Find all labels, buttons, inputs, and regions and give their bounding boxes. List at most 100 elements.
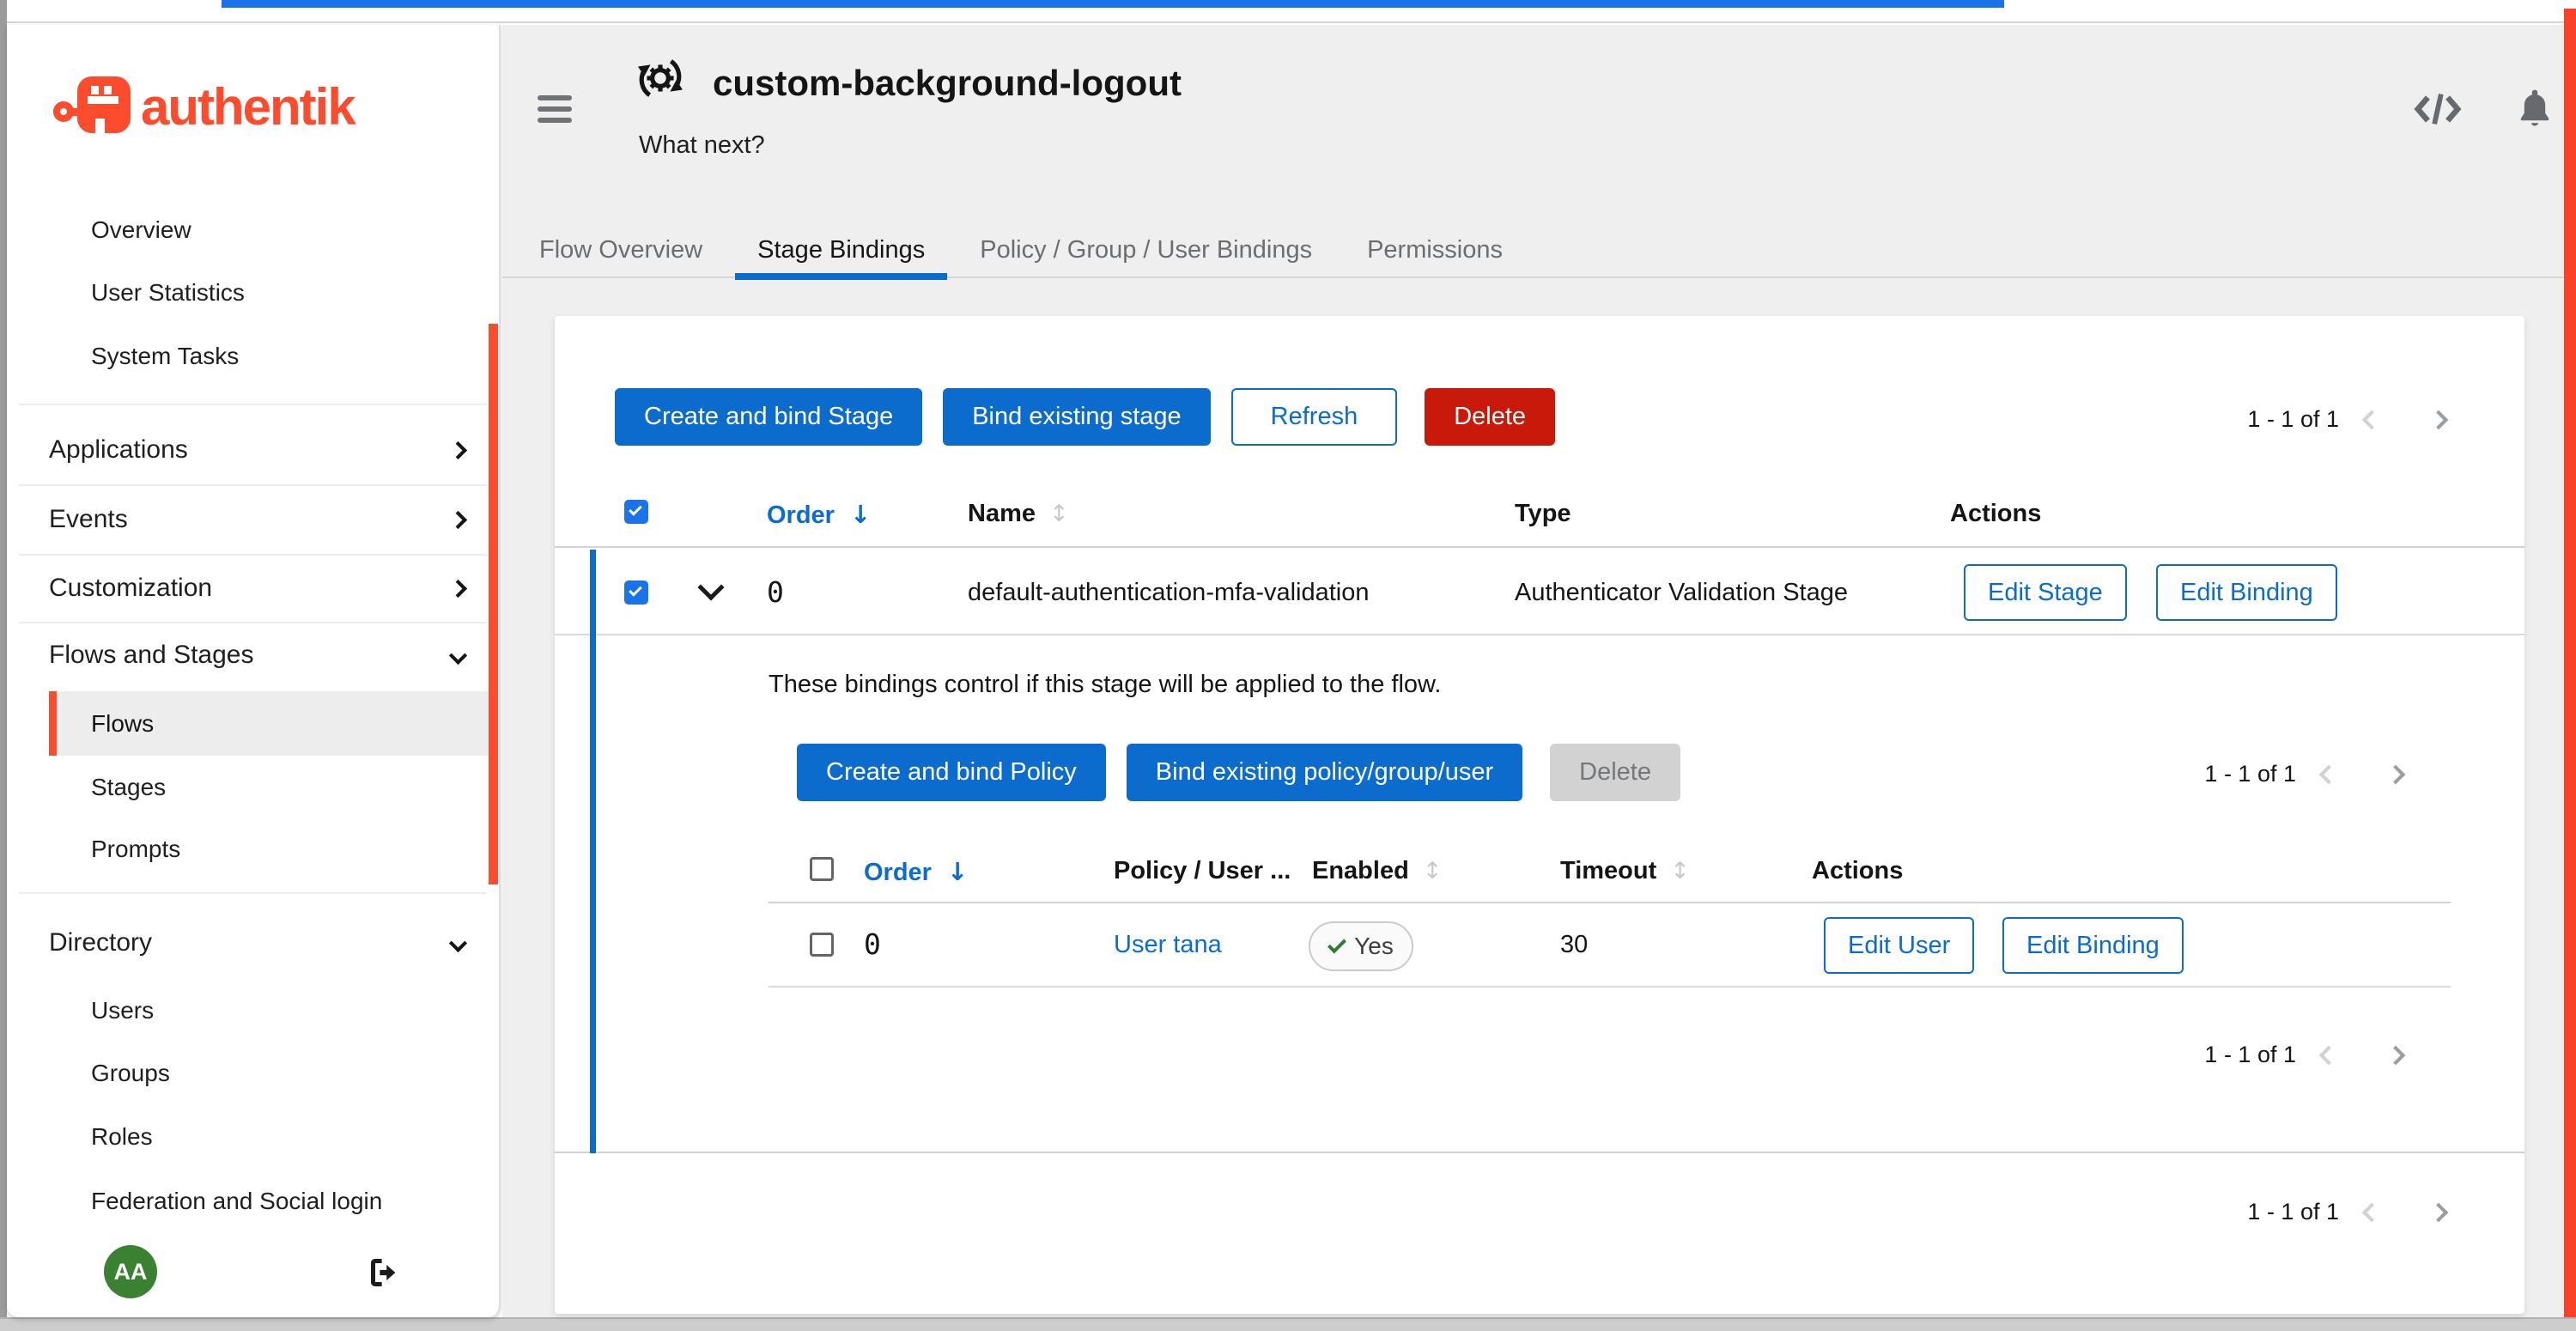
pagination-label: 1 - 1 of 1 [2204, 761, 2296, 787]
create-and-bind-stage-button[interactable]: Create and bind Stage [615, 388, 922, 446]
bind-existing-policy-button[interactable]: Bind existing policy/group/user [1127, 744, 1522, 801]
notifications-bell-icon[interactable] [2516, 86, 2554, 131]
bind-existing-stage-button[interactable]: Bind existing stage [943, 388, 1210, 446]
sidebar-item-groups[interactable]: Groups [91, 1042, 499, 1105]
binding-table-row: 0 User tana Yes 30 Edit User Edit Bindin… [555, 903, 2524, 988]
next-page-icon[interactable] [2429, 410, 2449, 429]
row-checkbox[interactable] [810, 933, 834, 957]
sidebar-divider [19, 484, 487, 486]
tab-stage-bindings[interactable]: Stage Bindings [735, 222, 947, 278]
sidebar-item-prompts[interactable]: Prompts [91, 817, 499, 881]
active-indicator [49, 691, 57, 756]
selected-row-indicator [590, 550, 596, 1153]
next-page-icon[interactable] [2386, 764, 2406, 784]
chevron-down-icon [449, 646, 467, 664]
sidebar-item-events[interactable]: Events [49, 488, 499, 551]
sidebar-item-customization[interactable]: Customization [49, 556, 499, 620]
sort-desc-icon[interactable]: ↓ [850, 500, 871, 529]
stage-bindings-card: Create and bind Stage Bind existing stag… [555, 316, 2524, 1314]
sidebar-divider [19, 892, 487, 894]
sidebar-item-flows[interactable]: Flows [49, 691, 498, 756]
previous-page-icon[interactable] [2362, 410, 2382, 429]
policy-user-link[interactable]: User tana [1114, 931, 1222, 959]
chevron-down-icon [449, 933, 467, 951]
refresh-button[interactable]: Refresh [1231, 388, 1398, 446]
sidebar-divider [19, 404, 487, 405]
previous-page-icon[interactable] [2319, 1045, 2339, 1065]
next-page-icon[interactable] [2429, 1202, 2449, 1222]
sort-desc-icon[interactable]: ↓ [947, 857, 968, 886]
browser-progress-bar [222, 0, 2004, 8]
column-header-policy-user[interactable]: Policy / User ... [1114, 857, 1291, 885]
stage-name-value: default-authentication-mfa-validation [968, 579, 1370, 607]
flow-process-icon [637, 55, 683, 101]
sort-icon[interactable]: ↕ [1423, 858, 1443, 884]
collapse-row-icon[interactable] [697, 574, 724, 600]
tab-bar: Flow Overview Stage Bindings Policy / Gr… [502, 222, 2564, 278]
sort-icon[interactable]: ↕ [1049, 501, 1069, 527]
sidebar-item-directory[interactable]: Directory [49, 911, 499, 975]
select-all-checkbox[interactable] [624, 500, 648, 524]
binding-delete-button[interactable]: Delete [1550, 744, 1680, 801]
pagination-label: 1 - 1 of 1 [2204, 1042, 2296, 1068]
binding-toolbar: Create and bind Policy Bind existing pol… [797, 744, 1680, 801]
next-page-icon[interactable] [2386, 1045, 2406, 1065]
previous-page-icon[interactable] [2319, 764, 2339, 784]
tab-flow-overview[interactable]: Flow Overview [517, 222, 725, 278]
column-header-name[interactable]: Name↕ [968, 500, 1069, 528]
column-header-timeout[interactable]: Timeout↕ [1560, 857, 1690, 885]
timeout-value: 30 [1560, 931, 1588, 959]
binding-pagination-bottom: 1 - 1 of 1 [2204, 1042, 2403, 1068]
column-header-order[interactable]: Order↓ [767, 500, 871, 530]
edit-user-button[interactable]: Edit User [1824, 917, 1974, 974]
column-header-type: Type [1515, 500, 1571, 528]
api-code-icon[interactable] [2413, 89, 2463, 129]
bindings-description: These bindings control if this stage wil… [769, 671, 1441, 699]
chevron-right-icon [449, 441, 467, 459]
sidebar-item-roles[interactable]: Roles [91, 1105, 499, 1169]
binding-pagination: 1 - 1 of 1 [2204, 761, 2403, 787]
column-header-enabled[interactable]: Enabled↕ [1312, 857, 1442, 885]
window-top-strip [0, 0, 2576, 23]
stage-pagination: 1 - 1 of 1 [2247, 406, 2445, 433]
tab-policy-group-user-bindings[interactable]: Policy / Group / User Bindings [957, 222, 1334, 278]
card-pagination: 1 - 1 of 1 [2247, 1199, 2445, 1225]
binding-order-value: 0 [864, 927, 881, 961]
sidebar-item-users[interactable]: Users [91, 979, 499, 1042]
avatar[interactable]: AA [104, 1245, 157, 1298]
stage-toolbar: Create and bind Stage Bind existing stag… [615, 388, 1555, 446]
column-header-actions: Actions [1812, 857, 1903, 885]
chevron-right-icon [449, 579, 467, 597]
window-bottom-strip [0, 1317, 2576, 1331]
stage-type-value: Authenticator Validation Stage [1515, 579, 1848, 607]
stage-table-row: 0 default-authentication-mfa-validation … [555, 550, 2524, 635]
edit-binding-button[interactable]: Edit Binding [2002, 917, 2184, 974]
sidebar: authentik Overview User Statistics Syste… [7, 25, 501, 1317]
select-all-checkbox[interactable] [810, 857, 834, 881]
sidebar-item-overview[interactable]: Overview [91, 198, 499, 262]
sidebar-item-applications[interactable]: Applications [49, 418, 499, 482]
sidebar-item-user-statistics[interactable]: User Statistics [91, 261, 499, 325]
row-checkbox[interactable] [624, 580, 648, 605]
delete-button[interactable]: Delete [1425, 388, 1555, 446]
edit-stage-button[interactable]: Edit Stage [1964, 564, 2127, 621]
sidebar-item-federation[interactable]: Federation and Social login [91, 1170, 499, 1233]
sidebar-item-flows-and-stages[interactable]: Flows and Stages [49, 623, 499, 687]
sidebar-item-system-tasks[interactable]: System Tasks [91, 325, 499, 388]
sidebar-scrollbar[interactable] [489, 324, 498, 884]
logout-icon[interactable] [368, 1257, 402, 1288]
expanded-bindings-panel: These bindings control if this stage wil… [555, 635, 2524, 1153]
authentik-wordmark: authentik [141, 77, 355, 137]
main-area: custom-background-logout What next? Flow… [502, 25, 2564, 1317]
previous-page-icon[interactable] [2362, 1202, 2382, 1222]
hamburger-menu-icon[interactable] [538, 95, 572, 125]
sidebar-item-stages[interactable]: Stages [91, 756, 499, 819]
column-header-order[interactable]: Order↓ [864, 857, 968, 887]
stage-table-header: Order↓ Name↕ Type Actions [555, 481, 2524, 548]
stage-order-value: 0 [767, 575, 784, 609]
authentik-logo[interactable]: authentik [53, 75, 355, 139]
sort-icon[interactable]: ↕ [1670, 858, 1690, 884]
edit-binding-button[interactable]: Edit Binding [2156, 564, 2337, 621]
tab-permissions[interactable]: Permissions [1345, 222, 1525, 278]
create-and-bind-policy-button[interactable]: Create and bind Policy [797, 744, 1106, 801]
